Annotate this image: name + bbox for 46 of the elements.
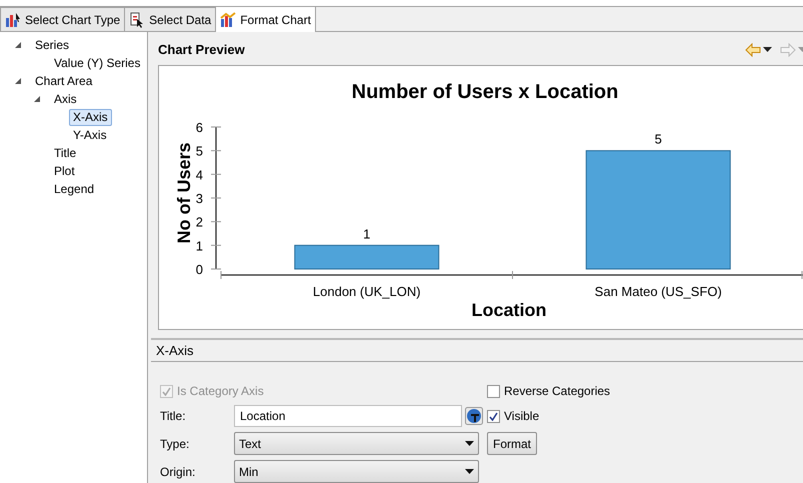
data-label: 1 [363,226,370,242]
tree-item[interactable]: Value (Y) Series [50,54,144,72]
check-icon [489,412,498,420]
dropdown[interactable]: Min [234,460,479,483]
axis-title: Location [472,300,546,320]
field-label: Origin: [160,464,196,480]
tick-label: 5 [196,144,203,160]
tree-item[interactable]: Chart Area [31,72,96,90]
tick-label: 4 [196,168,203,183]
tree-item[interactable]: Title [50,144,80,162]
tree-item[interactable]: Series [31,36,74,54]
globe-icon[interactable] [465,407,483,425]
category-label: London (UK_LON) [312,284,421,300]
tick-label: 1 [196,238,203,254]
title-input-field[interactable]: Location [234,405,462,427]
category-label: San Mateo (US_SFO) [594,284,722,300]
expand-arrow-icon[interactable] [33,95,41,103]
tree-item[interactable]: Plot [50,162,79,180]
tree-item[interactable]: Y-Axis [69,126,111,144]
tick-label: 6 [196,120,203,136]
panel-title: Chart Preview [158,40,245,59]
dropdown[interactable]: Text [234,432,479,455]
tab[interactable]: Select Data [124,7,216,31]
data-label: 5 [654,132,662,148]
tick-label: 3 [196,191,203,206]
check-icon [162,386,171,396]
tree-item[interactable]: Legend [50,180,98,198]
format-button[interactable]: Format [487,432,538,455]
expand-arrow-icon[interactable] [14,41,22,49]
expand-arrow-icon[interactable] [14,77,22,85]
tab[interactable]: Select Chart Type [0,7,126,31]
caret-icon[interactable] [763,46,772,53]
tick-label: 2 [196,215,203,230]
tree-item[interactable]: Axis [50,90,81,108]
tick-label: 0 [196,262,203,278]
tree-item[interactable]: X-Axis [69,108,112,126]
checkbox[interactable]: Reverse Categories [487,382,803,400]
caret-icon [465,469,474,474]
field-label: Type: [160,436,190,452]
chart-title: Number of Users x Location [352,81,618,104]
axis-title: No of Users [174,142,194,244]
section-header: X-Axis [151,338,803,362]
caret-icon [465,441,474,446]
tab[interactable]: Format Chart [215,6,316,32]
checkbox[interactable]: Visible [487,407,803,425]
field-label: Title: [160,408,187,425]
